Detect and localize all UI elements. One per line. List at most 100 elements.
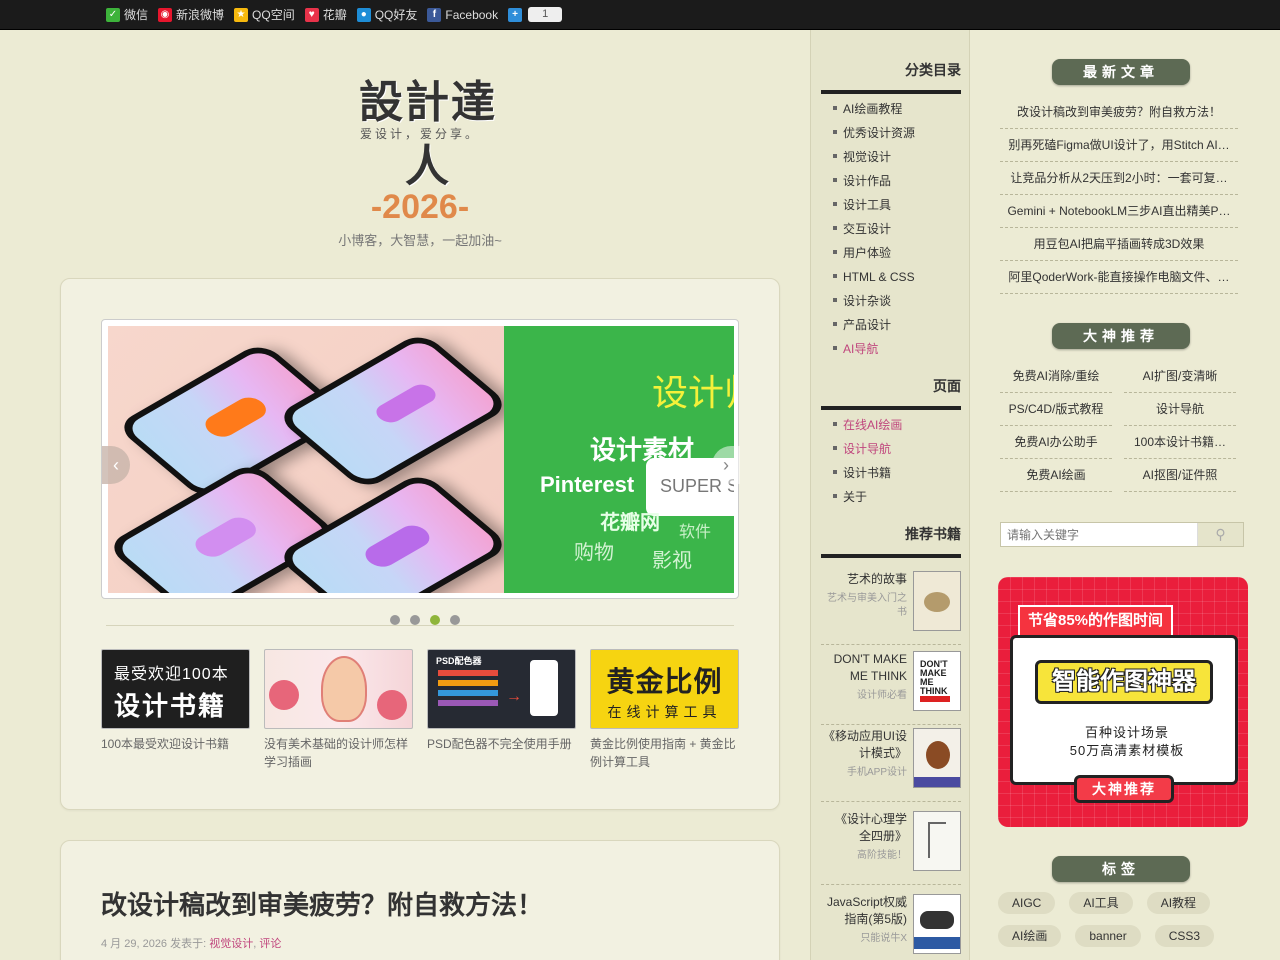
pages-heading: 页面	[821, 376, 961, 410]
post-title[interactable]: 改设计稿改到审美疲劳？附自救方法！	[101, 885, 543, 922]
categories-heading: 分类目录	[821, 60, 961, 94]
tag-cloud: AIGC AI工具 AI教程 AI绘画 banner CSS3	[998, 892, 1248, 947]
thumb-image-psd[interactable]: PSD配色器 →	[427, 649, 576, 729]
page-item[interactable]: 设计书籍	[831, 464, 961, 488]
tag-link[interactable]: AI工具	[1069, 892, 1133, 914]
book-item[interactable]: 《移动应用UI设计模式》 手机APP设计	[821, 728, 961, 802]
category-item[interactable]: 优秀设计资源	[831, 124, 961, 148]
book-cover[interactable]	[913, 571, 961, 631]
featured-panel: 设计师 设计素材 Pinterest SUPER S 花瓣网 软件 购物 影视 …	[60, 278, 780, 810]
search-input[interactable]	[1001, 523, 1197, 546]
featured-item[interactable]: 最受欢迎100本 设计书籍 100本最受欢迎设计书籍	[101, 649, 250, 771]
featured-item[interactable]: PSD配色器 → PSD配色器不完全使用手册	[427, 649, 576, 771]
book-item[interactable]: 艺术的故事 艺术与审美入门之书	[821, 571, 961, 645]
slider-dot[interactable]	[430, 615, 440, 625]
tag-link[interactable]: AIGC	[998, 892, 1056, 914]
category-item[interactable]: 交互设计	[831, 220, 961, 244]
ad-tag: 节省85%的作图时间	[1018, 605, 1174, 635]
image-slider[interactable]: 设计师 设计素材 Pinterest SUPER S 花瓣网 软件 购物 影视 …	[101, 319, 740, 599]
recommend-link[interactable]: 设计导航	[1124, 393, 1236, 426]
featured-caption[interactable]: 100本最受欢迎设计书籍	[101, 735, 250, 753]
recommend-link[interactable]: 免费AI绘画	[1000, 459, 1112, 492]
book-cover[interactable]	[913, 894, 961, 954]
category-item[interactable]: 设计作品	[831, 172, 961, 196]
thumb-image-books[interactable]: 最受欢迎100本 设计书籍	[101, 649, 250, 729]
tag-link[interactable]: banner	[1075, 925, 1141, 947]
plus-icon[interactable]: +	[508, 7, 523, 22]
share-wechat[interactable]: ✓ 微信	[106, 6, 148, 23]
weibo-icon: ◉	[158, 7, 173, 22]
slide-image-phones[interactable]	[108, 326, 504, 593]
book-item[interactable]: DON'T MAKE ME THINK 设计师必看 DON'T MAKE ME THIN…	[821, 651, 961, 725]
search-icon: ⚲	[1215, 526, 1226, 542]
year-banner: -2026-	[370, 188, 470, 226]
latest-post-link[interactable]: 用豆包AI把扁平插画转成3D效果	[1000, 228, 1238, 261]
huaban-icon: ♥	[304, 7, 319, 22]
tags-heading: 标签	[1052, 856, 1190, 882]
featured-thumbnails: 最受欢迎100本 设计书籍 100本最受欢迎设计书籍 没有美术基础的设计师怎样学…	[101, 649, 741, 771]
book-item[interactable]: JavaScript权威指南(第5版) 只能说牛X	[821, 894, 961, 960]
share-bar: ✓ 微信 ◉ 新浪微博 ★ QQ空间 ♥ 花瓣 ● QQ好友 f Facebook + 1	[0, 0, 1280, 30]
middle-sidebar: 分类目录 AI绘画教程 优秀设计资源 视觉设计 设计作品 设计工具 交互设计 用…	[810, 30, 970, 960]
category-item[interactable]: 设计杂谈	[831, 292, 961, 316]
latest-post-link[interactable]: 改设计稿改到审美疲劳？附自救方法！	[1000, 96, 1238, 129]
category-item[interactable]: 设计工具	[831, 196, 961, 220]
category-item[interactable]: AI导航	[831, 340, 961, 364]
category-item[interactable]: HTML & CSS	[831, 268, 961, 292]
categories-list: AI绘画教程 优秀设计资源 视觉设计 设计作品 设计工具 交互设计 用户体验 H…	[831, 100, 961, 364]
share-qzone[interactable]: ★ QQ空间	[234, 6, 295, 23]
ad-banner[interactable]: 节省85%的作图时间 智能作图神器 百种设计场景 50万高清素材模板 大神推荐	[998, 577, 1248, 827]
page-item[interactable]: 在线AI绘画	[831, 416, 961, 440]
share-facebook[interactable]: f Facebook	[427, 7, 498, 22]
page-item[interactable]: 设计导航	[831, 440, 961, 464]
recommend-link[interactable]: 100本设计书籍…	[1124, 426, 1236, 459]
right-sidebar: 最新文章 改设计稿改到审美疲劳？附自救方法！ 别再死磕Figma做UI设计了，用…	[970, 30, 1280, 960]
books-heading: 推荐书籍	[821, 524, 961, 558]
category-item[interactable]: AI绘画教程	[831, 100, 961, 124]
recommend-link[interactable]: AI抠图/证件照	[1124, 459, 1236, 492]
featured-caption[interactable]: 黄金比例使用指南 + 黄金比例计算工具	[590, 735, 739, 771]
share-count: 1	[528, 7, 563, 22]
book-item[interactable]: 《设计心理学 全四册》 高阶技能！	[821, 811, 961, 885]
share-qq[interactable]: ● QQ好友	[356, 6, 417, 23]
slider-dot[interactable]	[390, 615, 400, 625]
category-item[interactable]: 产品设计	[831, 316, 961, 340]
latest-post-link[interactable]: Gemini + NotebookLM三步AI直出精美P…	[1000, 195, 1238, 228]
ad-button[interactable]: 大神推荐	[1074, 775, 1174, 803]
featured-caption[interactable]: 没有美术基础的设计师怎样学习插画	[264, 735, 413, 771]
share-weibo[interactable]: ◉ 新浪微博	[158, 6, 224, 23]
qzone-icon: ★	[234, 7, 249, 22]
page-item[interactable]: 关于	[831, 488, 961, 512]
thumb-image-illustration[interactable]	[264, 649, 413, 729]
book-cover[interactable]	[913, 811, 961, 871]
category-item[interactable]: 视觉设计	[831, 148, 961, 172]
featured-item[interactable]: 没有美术基础的设计师怎样学习插画	[264, 649, 413, 771]
post-comment-link[interactable]: 评论	[259, 938, 281, 950]
post-category-link[interactable]: 视觉设计	[209, 938, 253, 950]
recommend-link[interactable]: AI扩图/变清晰	[1124, 360, 1236, 393]
share-huaban[interactable]: ♥ 花瓣	[304, 6, 347, 23]
thumb-image-golden-ratio[interactable]: 黄金比例 在线计算工具	[590, 649, 739, 729]
featured-item[interactable]: 黄金比例 在线计算工具 黄金比例使用指南 + 黄金比例计算工具	[590, 649, 739, 771]
recommend-link[interactable]: 免费AI消除/重绘	[1000, 360, 1112, 393]
latest-post-link[interactable]: 让竞品分析从2天压到2小时：一套可复…	[1000, 162, 1238, 195]
latest-post-link[interactable]: 别再死磕Figma做UI设计了，用Stitch AI…	[1000, 129, 1238, 162]
main-column: 設計達人 爱设计，爱分享。 -2026- 小博客，大智慧，一起加油~ 设计师 设…	[0, 30, 810, 960]
slider-dot[interactable]	[450, 615, 460, 625]
featured-caption[interactable]: PSD配色器不完全使用手册	[427, 735, 576, 753]
tag-link[interactable]: AI教程	[1146, 892, 1211, 914]
qq-icon: ●	[356, 7, 371, 22]
post-meta: 4 月 29, 2026 发表于: 视觉设计, 评论	[101, 938, 282, 950]
category-item[interactable]: 用户体验	[831, 244, 961, 268]
book-cover[interactable]	[913, 728, 961, 788]
tag-link[interactable]: CSS3	[1154, 925, 1215, 947]
recommend-link[interactable]: PS/C4D/版式教程	[1000, 393, 1112, 426]
wechat-icon: ✓	[106, 7, 120, 22]
slide-design-resources[interactable]: 设计师 设计素材 Pinterest SUPER S 花瓣网 软件 购物 影视	[504, 326, 734, 593]
book-cover[interactable]: DON'T MAKE ME THINK	[913, 651, 961, 711]
slider-dot[interactable]	[410, 615, 420, 625]
tag-link[interactable]: AI绘画	[998, 925, 1062, 947]
search-button[interactable]: ⚲	[1197, 523, 1243, 546]
latest-post-link[interactable]: 阿里QoderWork-能直接操作电脑文件、…	[1000, 261, 1238, 294]
recommend-link[interactable]: 免费AI办公助手	[1000, 426, 1112, 459]
